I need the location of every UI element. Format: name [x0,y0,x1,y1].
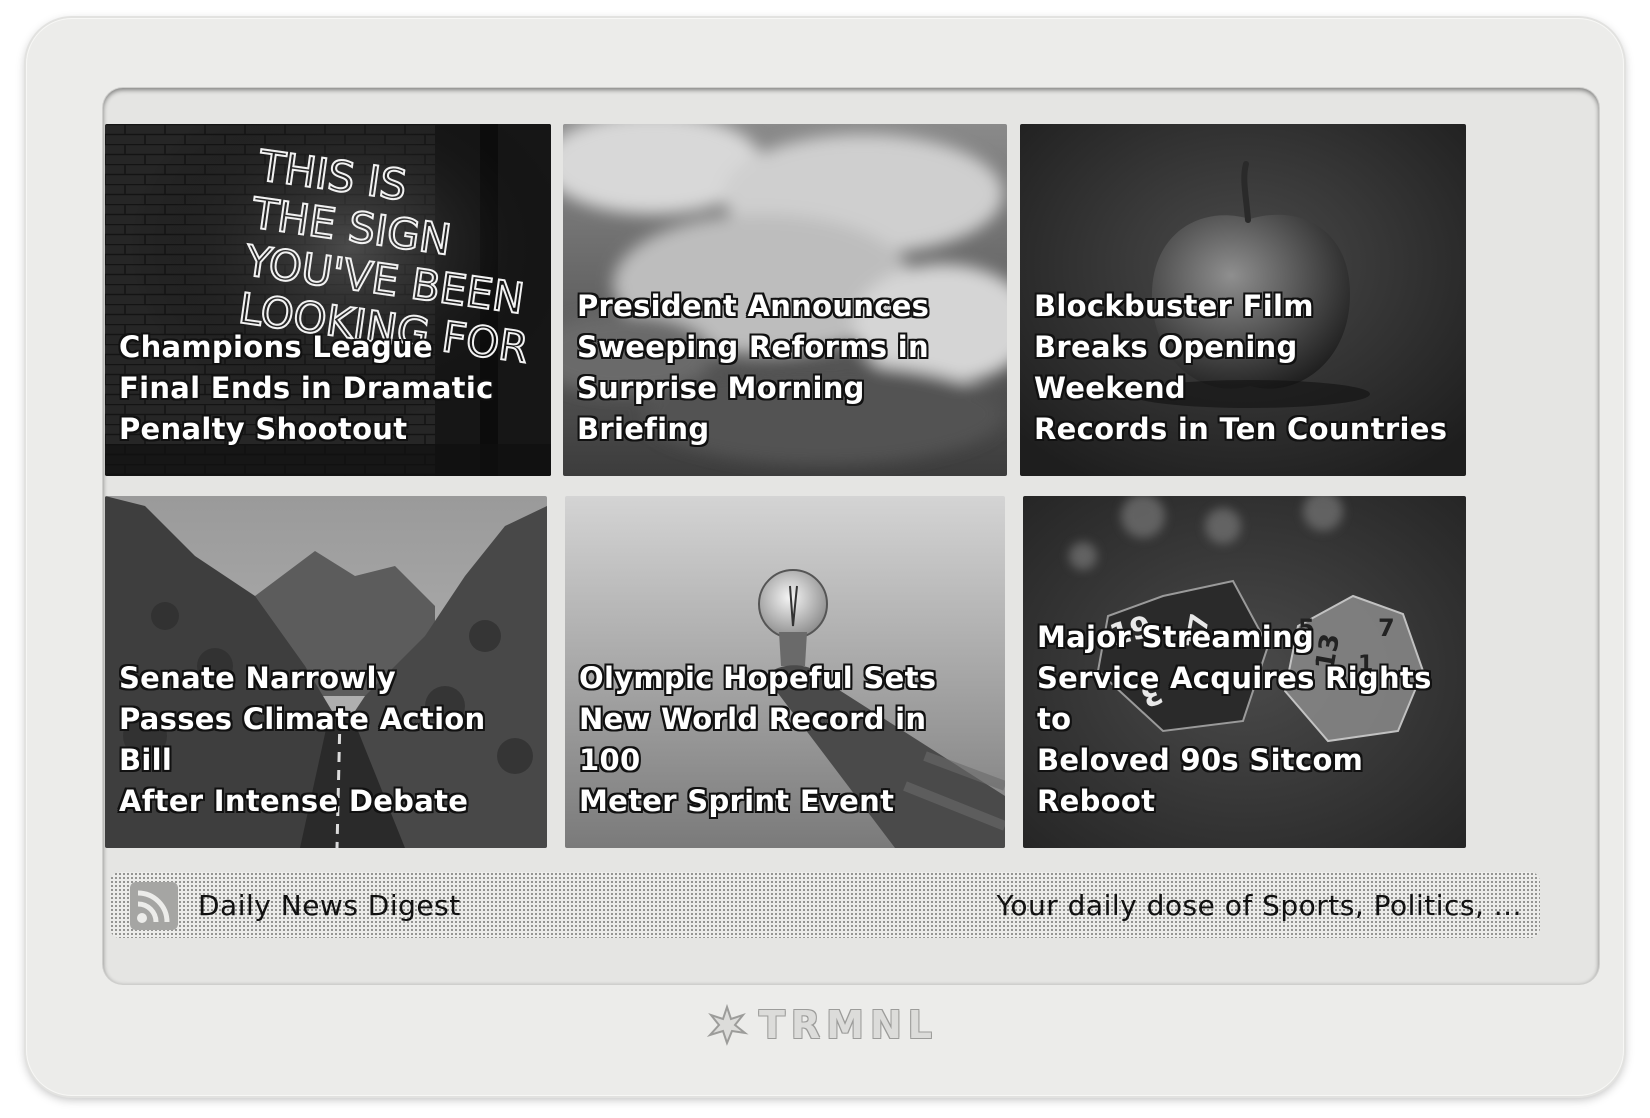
news-tile[interactable]: Senate Narrowly Passes Climate Action Bi… [105,496,547,848]
brand-name: TRMNL [759,1003,939,1047]
news-tile[interactable]: 19 3 17 5 13 7 1 Major Streaming Service… [1023,496,1466,848]
tile-headline: Senate Narrowly Passes Climate Action Bi… [119,661,486,818]
plugin-title: Daily News Digest [198,889,461,922]
tile-headline: Champions League Final Ends in Dramatic … [119,330,494,446]
brand-logo: TRMNL [705,1003,938,1047]
tile-headline: Blockbuster Film Breaks Opening Weekend … [1034,289,1448,446]
tile-headline: President Announces Sweeping Reforms in … [577,289,930,446]
rss-icon [130,882,178,930]
news-tile[interactable]: Olympic Hopeful Sets New World Record in… [565,496,1005,848]
news-tile[interactable]: Blockbuster Film Breaks Opening Weekend … [1020,124,1466,476]
trmnl-logo-icon [706,1003,749,1046]
title-bar: Daily News Digest Your daily dose of Spo… [110,872,1540,938]
plugin-description: Your daily dose of Sports, Politics, ... [996,889,1522,922]
tile-headline: Major Streaming Service Acquires Rights … [1037,620,1432,818]
news-tile[interactable]: THIS IS THE SIGN YOU'VE BEEN LOOKING FOR… [105,124,551,476]
tile-headline: Olympic Hopeful Sets New World Record in… [579,661,937,818]
news-tile[interactable]: President Announces Sweeping Reforms in … [563,124,1007,476]
